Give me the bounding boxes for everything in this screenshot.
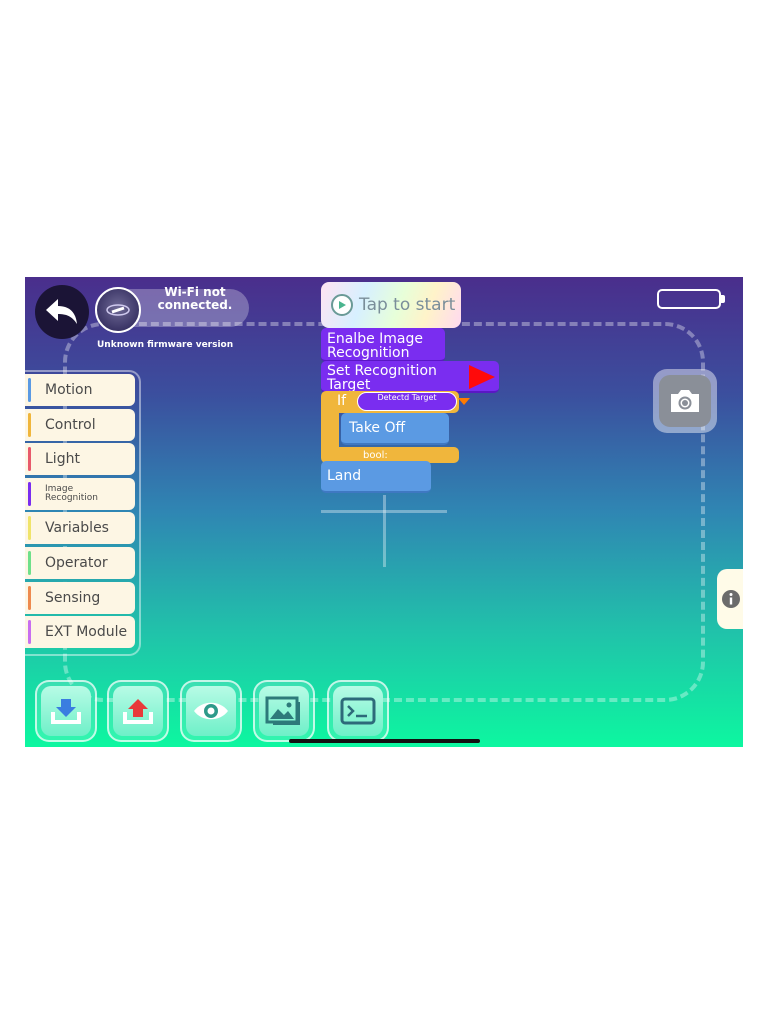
category-variables[interactable]: Variables [25, 512, 135, 545]
category-label: Operator [45, 554, 108, 571]
back-arrow-icon [46, 299, 77, 324]
camera-button[interactable] [653, 369, 717, 433]
category-sensing[interactable]: Sensing [25, 581, 135, 614]
drone-icon[interactable] [95, 287, 141, 333]
category-color-bar [28, 620, 31, 645]
chevron-down-icon [458, 398, 470, 405]
detected-target-dropdown[interactable]: Detectd Target [357, 392, 470, 411]
enable-image-recognition-block[interactable]: Enalbe Image Recognition [321, 328, 445, 362]
gallery-button[interactable] [253, 680, 315, 742]
category-control[interactable]: Control [25, 408, 135, 441]
category-label: Variables [45, 520, 109, 537]
set-recognition-target-block[interactable]: Set Recognition Target [321, 361, 499, 393]
app-screen: Wi-Fi not connected. Unknown firmware ve… [25, 277, 743, 747]
upload-icon [123, 699, 153, 724]
take-off-block[interactable]: Take Off [341, 413, 449, 445]
category-color-bar [28, 447, 31, 472]
download-icon [51, 699, 81, 724]
category-color-bar [28, 412, 31, 437]
eye-icon [194, 702, 228, 720]
download-button[interactable] [35, 680, 97, 742]
detected-target-label: Detectd Target [377, 393, 437, 402]
wifi-status-text: Wi-Fi not connected. [157, 285, 233, 312]
firmware-version-text: Unknown firmware version [97, 340, 234, 350]
category-ext-module[interactable]: EXT Module [25, 616, 135, 649]
category-color-bar [28, 585, 31, 610]
category-label: Sensing [45, 589, 101, 606]
tap-to-start-label: Tap to start [359, 295, 456, 315]
category-label: EXT Module [45, 624, 128, 641]
bool-label: bool: [363, 450, 388, 461]
back-button[interactable] [35, 285, 89, 339]
category-color-bar [28, 516, 31, 541]
category-color-bar [28, 550, 31, 575]
category-label: Light [45, 451, 80, 468]
camera-icon [671, 390, 699, 412]
set-recognition-target-label: Set Recognition Target [327, 363, 437, 393]
category-motion[interactable]: Motion [25, 374, 135, 406]
info-tab[interactable] [717, 569, 743, 629]
category-color-bar [28, 481, 31, 506]
info-icon [722, 590, 740, 608]
crosshair-vertical [383, 495, 386, 567]
image-icon [265, 696, 300, 725]
category-label: Control [45, 416, 96, 433]
battery-icon [657, 289, 721, 309]
terminal-icon [340, 697, 376, 725]
category-color-bar [28, 378, 31, 402]
tap-to-start-button[interactable]: Tap to start [321, 282, 461, 328]
upload-button[interactable] [107, 680, 169, 742]
home-indicator [289, 739, 480, 743]
category-light[interactable]: Light [25, 443, 135, 476]
if-block-side [321, 411, 339, 449]
category-label: Image Recognition [45, 483, 98, 503]
category-operator[interactable]: Operator [25, 546, 135, 579]
red-arrow-icon[interactable] [469, 365, 495, 389]
category-image-recognition[interactable]: Image Recognition [25, 477, 135, 510]
land-block[interactable]: Land [321, 461, 431, 493]
if-label: If [337, 393, 347, 409]
play-icon [331, 294, 353, 316]
preview-button[interactable] [180, 680, 242, 742]
terminal-button[interactable] [327, 680, 389, 742]
battery-cap [721, 295, 725, 303]
category-label: Motion [45, 382, 93, 398]
category-panel: Motion Control Light Image Recognition V… [25, 370, 141, 656]
